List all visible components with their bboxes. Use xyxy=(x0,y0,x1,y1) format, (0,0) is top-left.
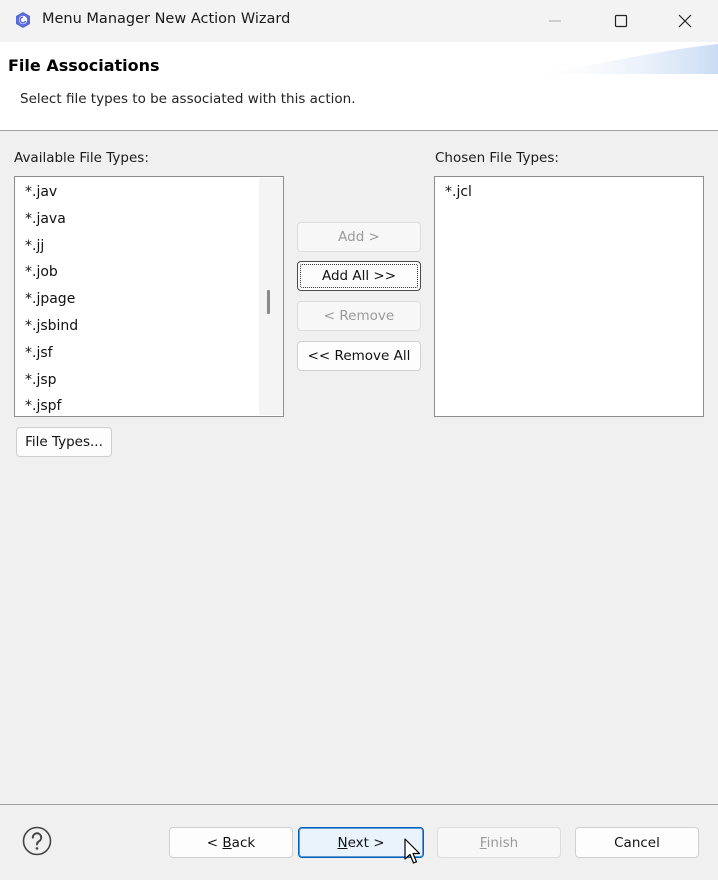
available-file-types-label: Available File Types: xyxy=(14,150,149,166)
footer-divider xyxy=(0,804,718,805)
list-item[interactable]: *.jav xyxy=(25,184,57,200)
eclipse-app-icon xyxy=(16,12,30,28)
list-item[interactable]: *.jsf xyxy=(25,345,53,361)
list-item[interactable]: *.jpage xyxy=(25,291,75,307)
back-label: < Back xyxy=(206,834,256,851)
minimize-icon xyxy=(549,20,561,22)
file-types-button[interactable]: File Types... xyxy=(16,427,112,457)
maximize-icon xyxy=(614,14,628,28)
finish-label: Finish xyxy=(479,834,519,851)
page-description: Select file types to be associated with … xyxy=(20,91,356,107)
finish-button[interactable]: Finish xyxy=(437,827,561,858)
add-button[interactable]: Add > xyxy=(297,222,421,252)
available-file-types-list[interactable]: *.jav *.java *.jj *.job *.jpage *.jsbind… xyxy=(14,176,284,417)
window-title: Menu Manager New Action Wizard xyxy=(42,11,291,27)
add-all-button[interactable]: Add All >> xyxy=(297,261,421,291)
list-item[interactable]: *.jsp xyxy=(25,372,57,388)
next-label: Next > xyxy=(337,834,385,851)
title-bar: Menu Manager New Action Wizard xyxy=(0,0,718,42)
remove-all-button[interactable]: << Remove All xyxy=(297,341,421,371)
mouse-cursor-icon xyxy=(404,838,421,864)
back-button[interactable]: < Back xyxy=(169,827,293,858)
wizard-header: File Associations Select file types to b… xyxy=(0,42,718,131)
minimize-button[interactable] xyxy=(528,0,582,42)
list-item[interactable]: *.java xyxy=(25,211,66,227)
chosen-file-types-label: Chosen File Types: xyxy=(435,150,559,166)
list-item[interactable]: *.jsbind xyxy=(25,318,78,334)
close-button[interactable] xyxy=(658,0,712,42)
list-item[interactable]: *.jj xyxy=(25,238,44,254)
cancel-button[interactable]: Cancel xyxy=(575,827,699,858)
page-title: File Associations xyxy=(8,56,160,75)
scrollbar-thumb[interactable] xyxy=(267,290,270,314)
chosen-file-types-list[interactable]: *.jcl xyxy=(434,176,704,417)
list-item[interactable]: *.jspf xyxy=(25,398,61,414)
list-scrollbar[interactable] xyxy=(259,178,283,415)
close-icon xyxy=(678,14,692,28)
list-item[interactable]: *.job xyxy=(25,264,58,280)
list-item[interactable]: *.jcl xyxy=(445,184,472,200)
help-icon[interactable] xyxy=(22,826,52,856)
header-banner-graphic xyxy=(518,44,718,74)
remove-button[interactable]: < Remove xyxy=(297,301,421,331)
maximize-button[interactable] xyxy=(594,0,648,42)
